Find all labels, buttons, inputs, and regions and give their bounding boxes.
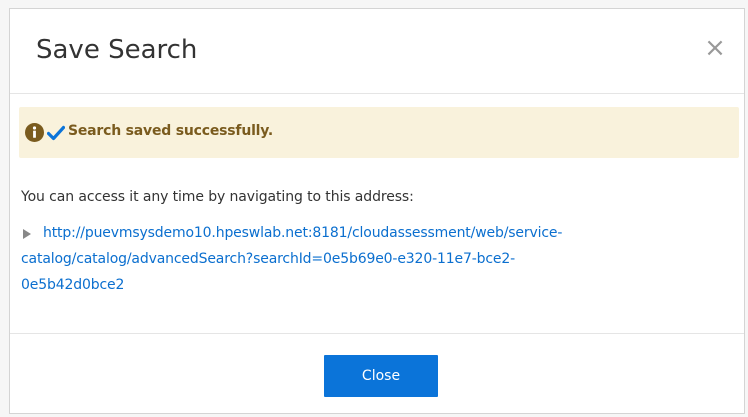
link-line-3: 0e5b42d0bce2 — [21, 277, 125, 293]
link-line-1: http://puevmsysdemo10.hpeswlab.net:8181/… — [43, 225, 563, 241]
footer-divider — [10, 333, 744, 334]
info-icon — [25, 123, 44, 142]
close-button[interactable]: Close — [324, 355, 438, 397]
save-search-dialog: Save Search × Search saved successfully.… — [9, 8, 745, 414]
dialog-title: Save Search — [36, 35, 198, 65]
instruction-text: You can access it any time by navigating… — [21, 189, 414, 205]
page-background: Save Search × Search saved successfully.… — [0, 0, 748, 417]
close-x-icon[interactable]: × — [704, 35, 726, 61]
caret-right-icon — [23, 229, 31, 239]
checkmark-icon — [47, 125, 65, 141]
alert-message: Search saved successfully. — [68, 123, 274, 139]
link-line-2: catalog/catalog/advancedSearch?searchId=… — [21, 251, 516, 267]
success-alert: Search saved successfully. — [19, 107, 739, 158]
link-block: http://puevmsysdemo10.hpeswlab.net:8181/… — [21, 224, 736, 298]
dialog-header: Save Search × — [10, 9, 744, 94]
saved-search-link[interactable]: http://puevmsysdemo10.hpeswlab.net:8181/… — [21, 220, 736, 298]
